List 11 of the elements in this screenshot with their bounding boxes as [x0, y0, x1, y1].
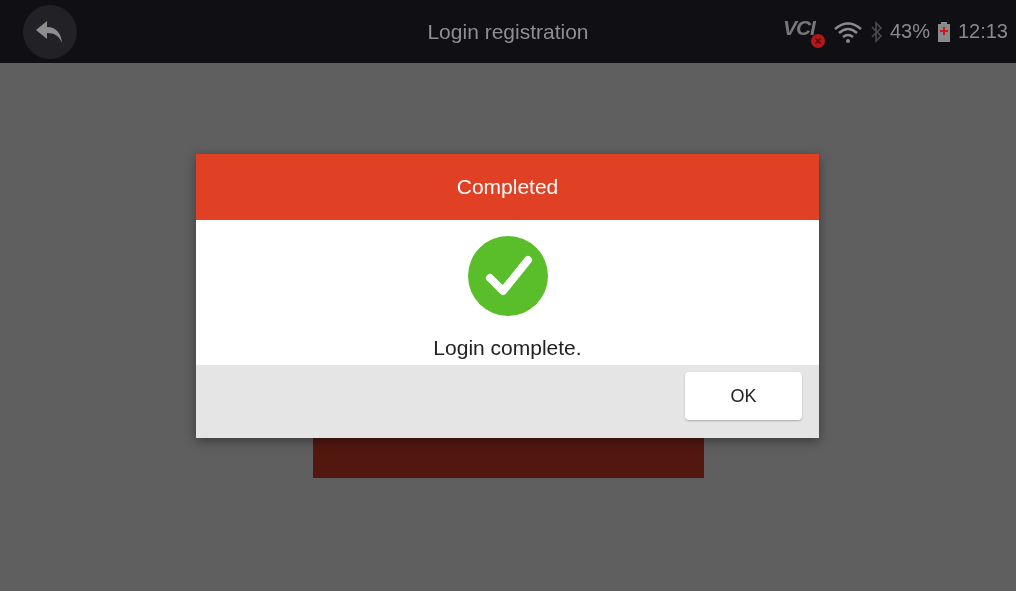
clock-time: 12:13: [957, 20, 1008, 43]
wifi-icon: [832, 20, 863, 43]
dialog-message: Login complete.: [433, 336, 582, 360]
check-circle-icon: [467, 236, 548, 316]
dialog-title: Completed: [456, 175, 559, 199]
screen-title: Login registration: [427, 19, 589, 43]
bluetooth-icon: [870, 20, 882, 43]
battery-icon: [937, 21, 950, 42]
back-arrow-icon: [36, 20, 64, 43]
battery-percent: 43%: [889, 20, 930, 43]
ok-button[interactable]: OK: [685, 372, 802, 420]
